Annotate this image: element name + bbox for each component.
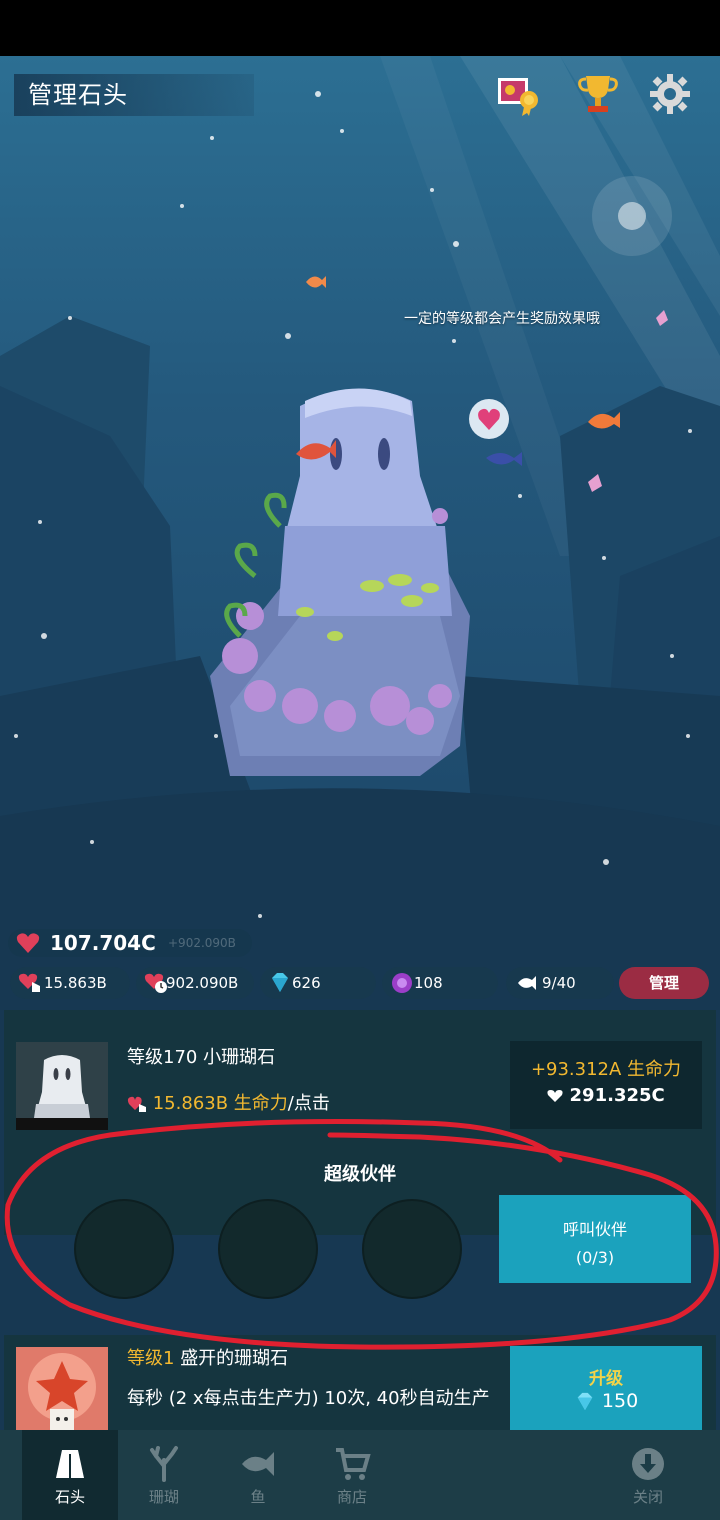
bottom-panel: 107.704C +902.090B 15.863B 902.090B 626 … xyxy=(0,915,720,1435)
tab-fish[interactable]: 鱼 xyxy=(210,1430,306,1520)
life-value: 107.704C xyxy=(50,931,156,955)
stone-card: 等级170 小珊瑚石 15.863B 生命力/点击 +93.312A 生命力 2… xyxy=(4,1010,716,1299)
tap-income-suffix: /点击 xyxy=(287,1093,330,1114)
tab-shop-label: 商店 xyxy=(336,1488,367,1506)
tab-fish-label: 鱼 xyxy=(250,1488,266,1506)
heart-value: 902.090B xyxy=(166,974,239,992)
coral-icon xyxy=(150,1446,178,1482)
life-counter: 107.704C +902.090B xyxy=(8,929,252,957)
income-plus: +93.312A 生命力 xyxy=(530,1059,682,1080)
diamond-cost-icon xyxy=(577,1392,593,1410)
pearl-chip: 108 xyxy=(382,967,498,999)
heart-value-chip: 902.090B xyxy=(136,967,254,999)
tap-income-value: 15.863B 生命力 xyxy=(152,1093,288,1114)
tab-shop[interactable]: 商店 xyxy=(304,1430,400,1520)
upgrade-label: 升级 xyxy=(589,1369,623,1389)
tab-stone[interactable]: 石头 xyxy=(22,1430,118,1520)
coral-level: 等级1 xyxy=(127,1348,175,1369)
fish-icon xyxy=(518,976,536,990)
coral-level-title: 等级1 盛开的珊瑚石 xyxy=(127,1347,288,1371)
tab-stone-label: 石头 xyxy=(54,1488,85,1506)
income-total: 291.325C xyxy=(510,1085,702,1106)
manage-button[interactable]: 管理 xyxy=(619,967,709,999)
trophy-icon[interactable] xyxy=(576,72,620,116)
status-bar xyxy=(0,0,720,56)
gear-icon[interactable] xyxy=(648,72,692,116)
tap-value: 15.863B xyxy=(44,974,107,992)
gem-chip: 626 xyxy=(260,967,376,999)
coral-thumbnail[interactable] xyxy=(16,1347,108,1435)
cart-icon xyxy=(336,1448,371,1480)
tap-value-chip: 15.863B xyxy=(10,967,130,999)
gem-count: 626 xyxy=(292,974,321,992)
tab-close-label: 关闭 xyxy=(632,1488,663,1506)
coral-name: 盛开的珊瑚石 xyxy=(180,1348,289,1369)
hint-speech-text: 一定的等级都会产生奖励效果哦 xyxy=(404,311,600,327)
tab-close[interactable]: 关闭 xyxy=(600,1430,696,1520)
life-rate: +902.090B xyxy=(168,936,236,950)
income-total-value: 291.325C xyxy=(569,1085,665,1106)
call-partner-label: 呼叫伙伴 xyxy=(562,1220,627,1239)
diamond-icon xyxy=(272,973,288,992)
upgrade-cost: 150 xyxy=(510,1390,702,1412)
fish-icon xyxy=(242,1452,274,1476)
stone-icon xyxy=(56,1450,84,1478)
down-arrow-icon xyxy=(632,1448,664,1480)
tap-income: 15.863B 生命力/点击 xyxy=(127,1092,330,1116)
bottom-tab-bar: 石头 珊瑚 鱼 商店 关闭 xyxy=(0,1430,720,1520)
heart-tap-icon xyxy=(18,973,40,992)
partner-slot-1[interactable] xyxy=(74,1199,174,1299)
heart-small-icon xyxy=(547,1090,563,1102)
pearl-icon xyxy=(392,973,412,993)
tap-heart-icon xyxy=(127,1096,146,1112)
fish-count: 9/40 xyxy=(542,974,576,992)
call-partner-count: (0/3) xyxy=(575,1248,615,1267)
heart-icon xyxy=(16,933,40,953)
coral-description: 每秒 (2 x每点击生产力) 10次, 40秒自动生产 xyxy=(127,1388,490,1409)
partner-slot-2[interactable] xyxy=(218,1199,318,1299)
tab-coral[interactable]: 珊瑚 xyxy=(116,1430,212,1520)
call-partner-button[interactable]: 呼叫伙伴 (0/3) xyxy=(499,1195,691,1283)
photo-award-icon[interactable] xyxy=(496,72,540,116)
pearl-count: 108 xyxy=(414,974,443,992)
super-partner-title: 超级伙伴 xyxy=(324,1164,396,1185)
coral-card: 等级1 盛开的珊瑚石 每秒 (2 x每点击生产力) 10次, 40秒自动生产 升… xyxy=(4,1335,716,1435)
upgrade-cost-value: 150 xyxy=(601,1390,639,1412)
stone-thumbnail[interactable] xyxy=(16,1042,108,1130)
tab-coral-label: 珊瑚 xyxy=(148,1488,179,1506)
income-summary: +93.312A 生命力 291.325C xyxy=(510,1041,702,1129)
page-title: 管理石头 xyxy=(14,74,254,116)
partner-slot-3[interactable] xyxy=(362,1199,462,1299)
fish-count-chip: 9/40 xyxy=(506,967,614,999)
upgrade-button[interactable]: 升级 150 xyxy=(510,1346,702,1430)
stone-level-title: 等级170 小珊瑚石 xyxy=(127,1047,276,1068)
